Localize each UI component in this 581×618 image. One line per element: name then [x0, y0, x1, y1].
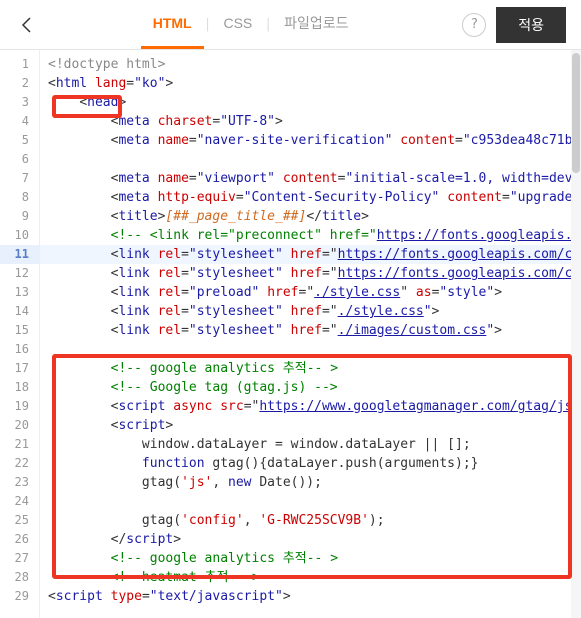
- line-number: 28: [0, 568, 39, 587]
- tab-label: CSS: [223, 15, 252, 31]
- code-line[interactable]: <!-- Google tag (gtag.js) -->: [40, 378, 581, 397]
- code-line[interactable]: <link rel="preload" href="./style.css" a…: [40, 283, 581, 302]
- line-number: 23: [0, 473, 39, 492]
- code-line[interactable]: <link rel="stylesheet" href="./images/cu…: [40, 321, 581, 340]
- line-number: 15: [0, 321, 39, 340]
- line-number: 3: [0, 93, 39, 112]
- line-number: 2: [0, 74, 39, 93]
- line-number: 22: [0, 454, 39, 473]
- line-number: 17: [0, 359, 39, 378]
- code-line[interactable]: <meta charset="UTF-8">: [40, 112, 581, 131]
- line-number: 19: [0, 397, 39, 416]
- code-line[interactable]: [40, 340, 581, 359]
- line-number: 24: [0, 492, 39, 511]
- code-line[interactable]: <script>: [40, 416, 581, 435]
- code-line[interactable]: <script async src="https://www.googletag…: [40, 397, 581, 416]
- toolbar: HTML | CSS | 파일업로드 ? 적용: [0, 0, 581, 50]
- line-number: 7: [0, 169, 39, 188]
- code-line[interactable]: <!-- google analytics 추적-- >: [40, 359, 581, 378]
- line-number: 10: [0, 226, 39, 245]
- code-line[interactable]: [40, 150, 581, 169]
- tab-html[interactable]: HTML: [141, 0, 204, 49]
- help-button[interactable]: ?: [462, 13, 486, 37]
- line-number: 26: [0, 530, 39, 549]
- line-number: 27: [0, 549, 39, 568]
- line-number: 11: [0, 245, 39, 264]
- tab-separator: |: [204, 17, 212, 32]
- line-gutter: 1234567891011121314151617181920212223242…: [0, 50, 40, 618]
- line-number: 5: [0, 131, 39, 150]
- code-line[interactable]: window.dataLayer = window.dataLayer || […: [40, 435, 581, 454]
- line-number: 8: [0, 188, 39, 207]
- code-line[interactable]: <link rel="stylesheet" href="https://fon…: [40, 245, 581, 264]
- line-number: 20: [0, 416, 39, 435]
- line-number: 18: [0, 378, 39, 397]
- code-line[interactable]: <!-- <link rel="preconnect" href="https:…: [40, 226, 581, 245]
- code-line[interactable]: <meta http-equiv="Content-Security-Polic…: [40, 188, 581, 207]
- code-editor[interactable]: 1234567891011121314151617181920212223242…: [0, 50, 581, 618]
- scrollbar[interactable]: [571, 50, 581, 618]
- code-line[interactable]: <!doctype html>: [40, 55, 581, 74]
- code-line[interactable]: <head>: [40, 93, 581, 112]
- line-number: 12: [0, 264, 39, 283]
- code-line[interactable]: <html lang="ko">: [40, 74, 581, 93]
- apply-button[interactable]: 적용: [496, 7, 566, 43]
- arrow-left-icon: [18, 16, 36, 34]
- code-line[interactable]: <!-- google analytics 추적-- >: [40, 549, 581, 568]
- tabs: HTML | CSS | 파일업로드: [39, 0, 462, 49]
- line-number: 16: [0, 340, 39, 359]
- code-line[interactable]: <link rel="stylesheet" href="https://fon…: [40, 264, 581, 283]
- line-number: 13: [0, 283, 39, 302]
- line-number: 6: [0, 150, 39, 169]
- code-line[interactable]: <link rel="stylesheet" href="./style.css…: [40, 302, 581, 321]
- line-number: 9: [0, 207, 39, 226]
- code-line[interactable]: gtag('js', new Date());: [40, 473, 581, 492]
- code-line[interactable]: <meta name="naver-site-verification" con…: [40, 131, 581, 150]
- tab-css[interactable]: CSS: [211, 0, 264, 49]
- tab-file-upload[interactable]: 파일업로드: [272, 0, 360, 49]
- tab-label: HTML: [153, 15, 192, 31]
- line-number: 21: [0, 435, 39, 454]
- code-line[interactable]: function gtag(){dataLayer.push(arguments…: [40, 454, 581, 473]
- line-number: 4: [0, 112, 39, 131]
- line-number: 1: [0, 55, 39, 74]
- code-line[interactable]: <!--heatmat 추적 -->: [40, 568, 581, 587]
- tab-separator: |: [264, 17, 272, 32]
- code-line[interactable]: gtag('config', 'G-RWC25SCV9B');: [40, 511, 581, 530]
- line-number: 29: [0, 587, 39, 606]
- back-button[interactable]: [15, 13, 39, 37]
- code-line[interactable]: <title>[##_page_title_##]</title>: [40, 207, 581, 226]
- help-icon: ?: [470, 17, 478, 32]
- line-number: 25: [0, 511, 39, 530]
- code-line[interactable]: <script type="text/javascript">: [40, 587, 581, 606]
- line-number: 14: [0, 302, 39, 321]
- scroll-thumb[interactable]: [572, 53, 580, 173]
- code-area[interactable]: <!doctype html><html lang="ko"> <head> <…: [40, 50, 581, 618]
- code-line[interactable]: [40, 492, 581, 511]
- tab-label: 파일업로드: [284, 13, 348, 33]
- code-line[interactable]: <meta name="viewport" content="initial-s…: [40, 169, 581, 188]
- code-line[interactable]: </script>: [40, 530, 581, 549]
